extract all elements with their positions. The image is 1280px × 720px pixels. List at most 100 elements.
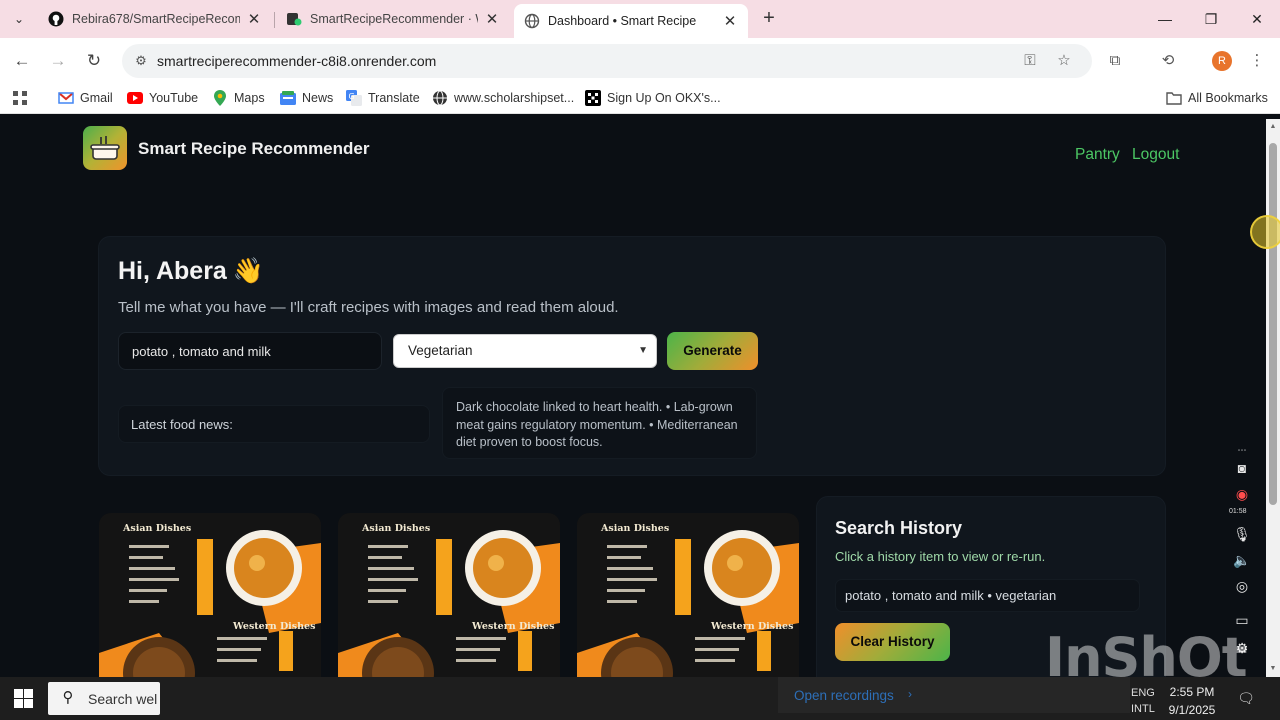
bookmark-label: Sign Up On OKX's... xyxy=(607,91,721,105)
nav-logout-link[interactable]: Logout xyxy=(1132,146,1179,164)
svg-text:G: G xyxy=(349,92,355,101)
okx-icon xyxy=(585,90,601,106)
clear-history-button[interactable]: Clear History xyxy=(835,623,950,661)
url-text: smartreciperecommender-c8i8.onrender.com xyxy=(157,53,437,69)
diet-select[interactable]: Vegetarian ▼ xyxy=(393,334,657,368)
news-label: Latest food news: xyxy=(131,417,233,432)
history-item[interactable]: potato , tomato and milk • vegetarian xyxy=(835,579,1140,612)
tab-close-icon[interactable]: ✕ xyxy=(722,12,738,30)
search-history-subtitle: Click a history item to view or re-run. xyxy=(835,549,1046,564)
windows-taskbar: ⚲ Search wel Open recordings › ENG INTL … xyxy=(0,677,1280,720)
apps-grid-icon[interactable] xyxy=(12,90,28,106)
search-icon: ⚲ xyxy=(62,689,74,706)
forward-icon[interactable]: → xyxy=(46,49,70,73)
bookmark-label: www.scholarshipset... xyxy=(454,91,575,105)
scroll-down-icon[interactable]: ▼ xyxy=(1266,663,1280,675)
site-info-icon[interactable]: ⚙ xyxy=(132,52,150,70)
webcam-icon[interactable]: ◎ xyxy=(1232,576,1252,596)
taskbar-search-box[interactable]: ⚲ Search wel xyxy=(48,682,160,715)
waving-hand-icon: 👋 xyxy=(232,257,264,285)
ingredients-input[interactable] xyxy=(118,332,382,370)
intro-text: Tell me what you have — I'll craft recip… xyxy=(118,299,619,316)
render-icon xyxy=(286,11,302,27)
web-globe-icon xyxy=(432,90,448,106)
reload-icon[interactable]: ↻ xyxy=(82,49,106,73)
all-bookmarks[interactable]: All Bookmarks xyxy=(1166,90,1268,106)
open-recordings-link[interactable]: Open recordings xyxy=(794,688,894,703)
scroll-up-icon[interactable]: ▲ xyxy=(1266,121,1280,133)
menu-image xyxy=(338,513,560,677)
bookmark-gmail[interactable]: Gmail xyxy=(58,90,113,106)
youtube-icon xyxy=(127,90,143,106)
menu-heading: Western Dishes xyxy=(711,621,794,632)
menu-kebab-icon[interactable]: ⋮ xyxy=(1246,50,1268,72)
menu-image xyxy=(99,513,321,677)
greeting-text: Hi, Abera xyxy=(118,257,227,285)
camera-icon[interactable]: ◙ xyxy=(1232,458,1252,478)
system-clock[interactable]: 2:55 PM 9/1/2025 xyxy=(1166,683,1218,719)
github-icon xyxy=(48,11,64,27)
bookmark-label: YouTube xyxy=(149,91,199,105)
scrollbar-thumb[interactable] xyxy=(1269,143,1277,505)
tab-close-icon[interactable]: ✕ xyxy=(484,10,500,28)
menu-heading: Asian Dishes xyxy=(362,523,431,534)
generate-button[interactable]: Generate xyxy=(667,332,758,370)
tab-title: Dashboard • Smart Recipe xyxy=(548,14,697,28)
bookmark-scholarshipset[interactable]: www.scholarshipset... xyxy=(432,90,574,106)
tab-github[interactable]: Rebira678/SmartRecipeRecommender ✕ xyxy=(38,4,272,34)
profile-avatar[interactable]: R xyxy=(1212,51,1232,71)
new-tab-button[interactable]: + xyxy=(758,8,780,30)
bookmark-label: Translate xyxy=(368,91,420,105)
globe-icon xyxy=(524,13,540,29)
history-icon[interactable]: ⟲ xyxy=(1157,50,1179,72)
extensions-icon[interactable]: ⧉ xyxy=(1104,50,1126,72)
nav-pantry-link[interactable]: Pantry xyxy=(1075,146,1120,164)
news-label-box: Latest food news: xyxy=(118,405,430,443)
record-stop-icon[interactable]: ◉ xyxy=(1232,484,1252,504)
bookmark-translate[interactable]: G Translate xyxy=(346,90,420,106)
tab-close-icon[interactable]: ✕ xyxy=(246,10,262,28)
chevron-down-icon: ▼ xyxy=(638,345,648,356)
password-key-icon[interactable]: ⚿ xyxy=(1020,52,1040,70)
recorder-more-icon[interactable]: ⋯ xyxy=(1232,440,1252,460)
recipe-generator-card: Hi, Abera 👋 Tell me what you have — I'll … xyxy=(98,236,1166,476)
menu-heading: Asian Dishes xyxy=(123,523,192,534)
site-title: Smart Recipe Recommender xyxy=(138,139,370,158)
menu-image xyxy=(577,513,799,677)
recipe-card[interactable]: Asian Dishes Western Dishes xyxy=(99,513,321,677)
page-scrollbar[interactable]: ▲ ▼ xyxy=(1266,119,1280,677)
menu-heading: Asian Dishes xyxy=(601,523,670,534)
address-bar[interactable]: ⚙ smartreciperecommender-c8i8.onrender.c… xyxy=(122,44,1092,78)
bookmark-maps[interactable]: Maps xyxy=(212,90,265,106)
windows-start-icon[interactable] xyxy=(14,689,34,709)
bookmark-okx[interactable]: Sign Up On OKX's... xyxy=(585,90,721,106)
tab-render[interactable]: SmartRecipeRecommender · Web Service ✕ xyxy=(276,4,510,34)
page-viewport: Smart Recipe Recommender Pantry Logout H… xyxy=(0,119,1266,677)
restore-icon[interactable]: ❐ xyxy=(1196,8,1226,30)
tab-divider xyxy=(274,12,275,28)
minimize-icon[interactable]: — xyxy=(1150,8,1180,30)
folder-icon xyxy=(1166,90,1182,106)
tab-bar: ⌄ Rebira678/SmartRecipeRecommender ✕ Sma… xyxy=(0,0,1280,38)
recipe-card[interactable]: Asian Dishes Western Dishes xyxy=(338,513,560,677)
bookmark-news[interactable]: News xyxy=(280,90,333,106)
open-recordings-banner[interactable]: Open recordings › xyxy=(778,677,1130,713)
notification-icon[interactable]: 🗨 xyxy=(1237,689,1255,707)
bookmark-star-icon[interactable]: ☆ xyxy=(1054,52,1074,70)
speaker-icon[interactable]: 🔈 xyxy=(1232,550,1252,570)
bookmark-label: All Bookmarks xyxy=(1188,91,1268,105)
window-close-icon[interactable]: ✕ xyxy=(1242,8,1272,30)
bookmark-label: Gmail xyxy=(80,91,113,105)
clock-date: 9/1/2025 xyxy=(1168,703,1216,717)
recipe-card[interactable]: Asian Dishes Western Dishes xyxy=(577,513,799,677)
maps-pin-icon xyxy=(212,90,228,106)
tab-title: SmartRecipeRecommender · Web Service xyxy=(310,12,478,26)
back-icon[interactable]: ← xyxy=(10,49,34,73)
menu-heading: Western Dishes xyxy=(472,621,555,632)
chevron-right-icon: › xyxy=(908,687,912,701)
language-indicator[interactable]: ENG INTL xyxy=(1131,685,1155,717)
microphone-icon[interactable]: 🎙 xyxy=(1232,524,1252,544)
tab-dashboard[interactable]: Dashboard • Smart Recipe ✕ xyxy=(514,4,748,38)
bookmark-youtube[interactable]: YouTube xyxy=(127,90,198,106)
tab-search-chevron-icon[interactable]: ⌄ xyxy=(8,8,30,30)
